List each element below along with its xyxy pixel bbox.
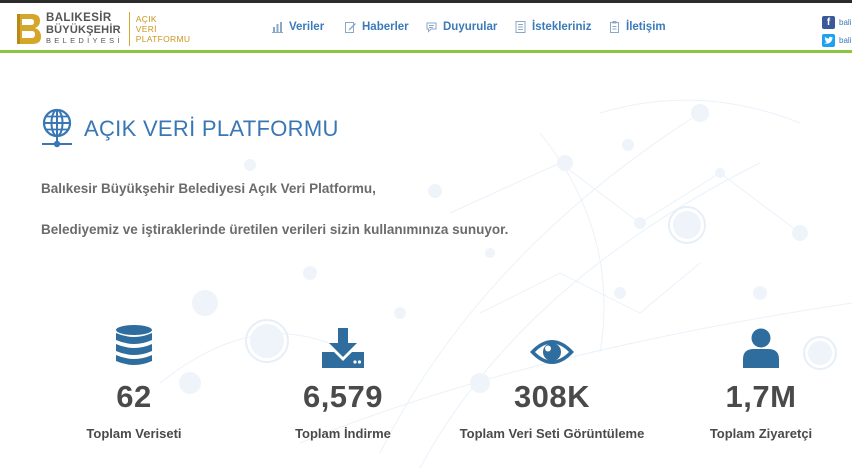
twitter-text: bali	[839, 35, 852, 45]
stat-datasets: 62 Toplam Veriseti	[39, 322, 229, 441]
stat-label: Toplam Ziyaretçi	[709, 426, 813, 441]
chart-icon	[272, 21, 283, 33]
globe-network-icon	[40, 108, 74, 150]
facebook-icon: f	[822, 15, 835, 29]
logo-sub-1: AÇIK	[135, 14, 157, 24]
clipboard-icon	[609, 21, 620, 33]
stat-views: 308K Toplam Veri Seti Görüntüleme	[457, 322, 647, 441]
logo-line-3: BELEDİYESİ	[46, 36, 123, 45]
stat-label: Toplam Veriseti	[86, 426, 182, 441]
stat-value: 62	[116, 379, 152, 414]
database-icon	[39, 322, 229, 368]
site-header: BALIKESİR BÜYÜKŞEHİR BELEDİYESİ AÇIK VER…	[0, 3, 852, 51]
stat-value: 1,7M	[725, 379, 797, 414]
stat-downloads: 6,579 Toplam İndirme	[248, 322, 438, 441]
nav-label: Veriler	[289, 21, 325, 33]
twitter-link[interactable]: bali	[822, 32, 851, 48]
nav-label: Haberler	[362, 21, 409, 33]
stat-label: Toplam İndirme	[295, 426, 391, 441]
page-title-wrap: AÇIK VERİ PLATFORMU	[40, 108, 339, 150]
stat-visitors: 1,7M Toplam Ziyaretçi	[666, 322, 852, 441]
nav-item-haberler[interactable]: Haberler	[345, 21, 409, 33]
nav-label: İstekleriniz	[532, 21, 592, 33]
chat-icon	[426, 21, 437, 33]
social-links: f bali bali	[822, 14, 851, 50]
twitter-icon	[822, 33, 835, 47]
page-title: AÇIK VERİ PLATFORMU	[84, 116, 339, 141]
logo-emblem-icon	[14, 12, 42, 46]
user-icon	[666, 322, 852, 368]
nav-label: Duyurular	[443, 21, 498, 33]
list-icon	[515, 21, 526, 33]
stat-value: 6,579	[302, 379, 384, 414]
nav-item-duyurular[interactable]: Duyurular	[426, 21, 497, 33]
nav-item-veriler[interactable]: Veriler	[272, 21, 324, 33]
nav-item-iletisim[interactable]: İletişim	[609, 21, 666, 33]
logo-sub-2: VERİ	[135, 24, 157, 34]
intro-text-1: Balıkesir Büyükşehir Belediyesi Açık Ver…	[41, 181, 376, 196]
eye-icon	[457, 322, 647, 368]
intro-text-2: Belediyemiz ve iştiraklerinde üretilen v…	[41, 222, 509, 237]
nav-label: İletişim	[626, 21, 666, 33]
facebook-link[interactable]: f bali	[822, 14, 851, 30]
edit-icon	[345, 21, 356, 33]
facebook-text: bali	[839, 17, 852, 27]
stat-value: 308K	[513, 379, 591, 414]
logo-sub-3: PLATFORMU	[135, 34, 191, 44]
logo-line-2: BÜYÜKŞEHİR	[46, 24, 121, 36]
stat-label: Toplam Veri Seti Görüntüleme	[459, 426, 645, 441]
site-logo[interactable]: BALIKESİR BÜYÜKŞEHİR BELEDİYESİ AÇIK VER…	[14, 10, 190, 48]
logo-line-1: BALIKESİR	[46, 12, 112, 24]
nav-item-istekleriniz[interactable]: İstekleriniz	[515, 21, 591, 33]
logo-separator	[128, 12, 130, 46]
download-icon	[248, 322, 438, 368]
